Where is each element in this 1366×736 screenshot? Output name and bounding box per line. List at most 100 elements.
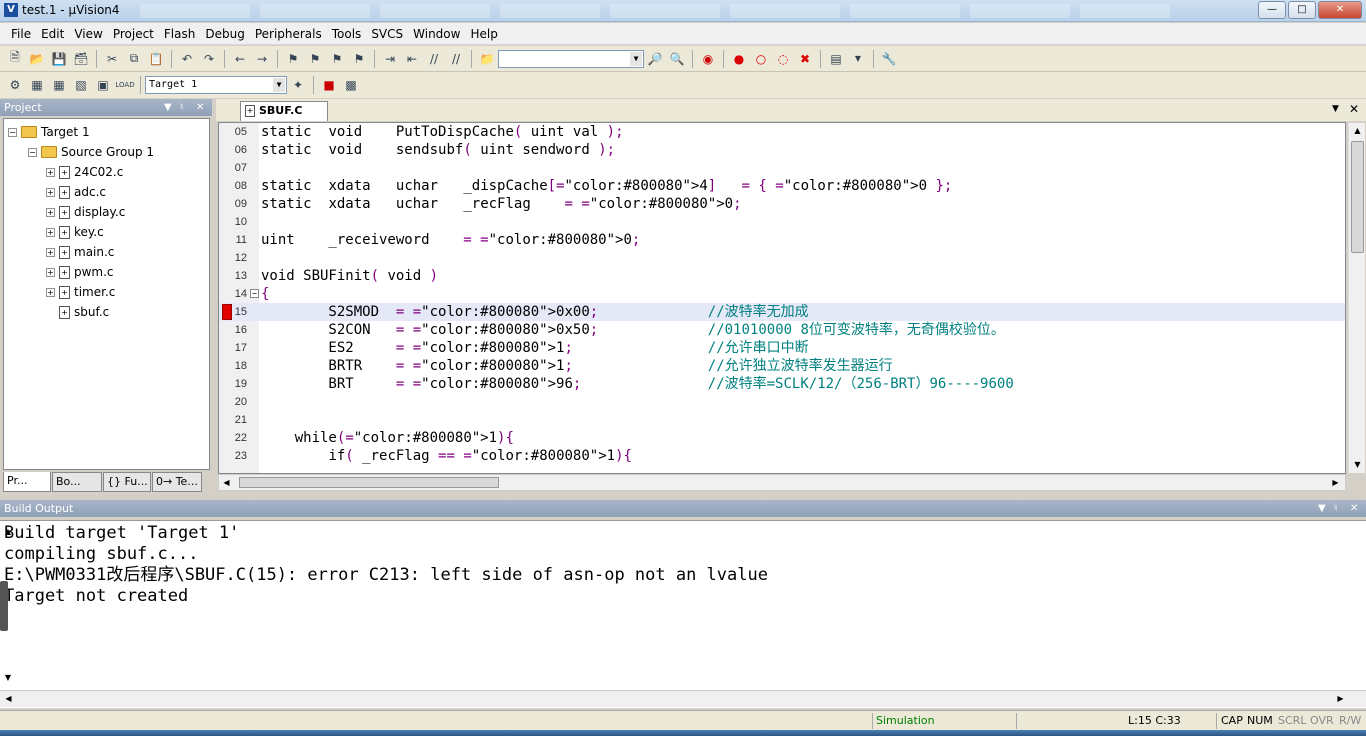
fold-toggle-icon[interactable]: −	[250, 289, 259, 298]
code-line[interactable]: 23 if( _recFlag == ="color:#800080">1){	[219, 447, 1345, 465]
code-line[interactable]: 20	[219, 393, 1345, 411]
chevron-down-icon[interactable]: ▼	[273, 78, 285, 92]
enable-breakpoint-icon[interactable]: ○	[751, 49, 771, 69]
code-line[interactable]: 14−{	[219, 285, 1345, 303]
indent-icon[interactable]: ⇥	[380, 49, 400, 69]
code-line[interactable]: 21	[219, 411, 1345, 429]
scroll-right-icon[interactable]: ▶	[1329, 476, 1342, 490]
manage-books-icon[interactable]: ▩	[341, 75, 361, 95]
menu-edit[interactable]: Edit	[36, 27, 69, 41]
undo-icon[interactable]: ↶	[177, 49, 197, 69]
find-combo[interactable]: ▼	[498, 49, 644, 68]
menu-help[interactable]: Help	[465, 27, 502, 41]
tab-books[interactable]: Bo...	[52, 472, 102, 492]
chevron-down-icon[interactable]: ▼	[1318, 500, 1326, 517]
scroll-left-icon[interactable]: ◀	[2, 692, 15, 706]
translate-icon[interactable]: ⚙	[5, 75, 25, 95]
nav-forward-icon[interactable]: →	[252, 49, 272, 69]
code-line[interactable]: 18 BRTR = ="color:#800080">1; //允许独立波特率发…	[219, 357, 1345, 375]
scroll-down-icon[interactable]: ▼	[2, 671, 14, 685]
maximize-button[interactable]: □	[1288, 1, 1316, 19]
tree-file-adc[interactable]: + + adc.c	[46, 182, 106, 202]
new-file-icon[interactable]: 🗎	[5, 49, 25, 69]
tree-file-pwm[interactable]: + + pwm.c	[46, 262, 114, 282]
code-line[interactable]: 17 ES2 = ="color:#800080">1; //允许串口中断	[219, 339, 1345, 357]
tab-project[interactable]: Pr...	[3, 472, 51, 492]
redo-icon[interactable]: ↷	[199, 49, 219, 69]
menu-debug[interactable]: Debug	[200, 27, 249, 41]
save-icon[interactable]: 💾	[49, 49, 69, 69]
build-horizontal-scrollbar[interactable]: ◀ ▶	[0, 690, 1366, 707]
minimize-button[interactable]: —	[1258, 1, 1286, 19]
chevron-down-icon[interactable]: ▼	[1332, 104, 1339, 114]
menu-window[interactable]: Window	[408, 27, 465, 41]
code-line[interactable]: 10	[219, 213, 1345, 231]
next-bookmark-icon[interactable]: ⚑	[327, 49, 347, 69]
menu-flash[interactable]: Flash	[159, 27, 200, 41]
close-icon[interactable]: ✕	[196, 99, 204, 116]
code-line[interactable]: 15 S2SMOD = ="color:#800080">0x00; //波特率…	[219, 303, 1345, 321]
paste-icon[interactable]: 📋	[146, 49, 166, 69]
scroll-left-icon[interactable]: ◀	[220, 476, 233, 490]
copy-icon[interactable]: ⧉	[124, 49, 144, 69]
tab-templates[interactable]: 0→ Te...	[152, 472, 202, 492]
editor-vertical-scrollbar[interactable]: ▲ ▼	[1348, 123, 1365, 473]
uncomment-icon[interactable]: //	[446, 49, 466, 69]
disable-all-breakpoints-icon[interactable]: ◌	[773, 49, 793, 69]
code-line[interactable]: 13 void SBUFinit( void )	[219, 267, 1345, 285]
select-target-combo[interactable]: Target 1 ▼	[145, 76, 287, 94]
pin-icon[interactable]: ♮	[1334, 500, 1338, 517]
insert-breakpoint-icon[interactable]: ●	[729, 49, 749, 69]
chevron-down-icon[interactable]: ▼	[164, 99, 172, 116]
bookmark-icon[interactable]: ⚑	[283, 49, 303, 69]
build-icon[interactable]: ▦	[27, 75, 47, 95]
code-line[interactable]: 19 BRT = ="color:#800080">96; //波特率=SCLK…	[219, 375, 1345, 393]
expand-icon[interactable]: +	[46, 187, 55, 197]
tab-functions[interactable]: {} Fu...	[103, 472, 151, 492]
expand-icon[interactable]: +	[46, 207, 55, 217]
kill-all-breakpoints-icon[interactable]: ✖	[795, 49, 815, 69]
menu-tools[interactable]: Tools	[327, 27, 367, 41]
clear-bookmarks-icon[interactable]: ⚑	[349, 49, 369, 69]
expand-icon[interactable]: +	[46, 267, 55, 277]
close-icon[interactable]: ✕	[1350, 500, 1358, 517]
manage-components-icon[interactable]: ■	[319, 75, 339, 95]
tree-file-main[interactable]: + + main.c	[46, 242, 114, 262]
menu-svcs[interactable]: SVCS	[366, 27, 408, 41]
scroll-right-icon[interactable]: ▶	[1334, 692, 1347, 706]
save-all-icon[interactable]: 🗃	[71, 49, 91, 69]
target-options-icon[interactable]: ✦	[288, 75, 308, 95]
scroll-down-icon[interactable]: ▼	[1351, 458, 1364, 472]
code-line[interactable]: 08 static xdata uchar _dispCache[="color:…	[219, 177, 1345, 195]
rebuild-icon[interactable]: ▦	[49, 75, 69, 95]
scroll-up-icon[interactable]: ▲	[1351, 124, 1364, 138]
tree-file-timer[interactable]: + + timer.c	[46, 282, 115, 302]
tab-sbuf-c[interactable]: + SBUF.C	[240, 101, 328, 121]
tree-file-sbuf[interactable]: + sbuf.c	[59, 302, 109, 322]
code-line[interactable]: 05 static void PutToDispCache( uint val )…	[219, 123, 1345, 141]
find-in-files-icon[interactable]: 📁	[477, 49, 497, 69]
expand-icon[interactable]: +	[46, 167, 55, 177]
incremental-find-icon[interactable]: 🔍	[667, 49, 687, 69]
configure-tools-icon[interactable]: 🔧	[879, 49, 899, 69]
expand-icon[interactable]: +	[46, 287, 55, 297]
expand-icon[interactable]: +	[46, 247, 55, 257]
pin-icon[interactable]: ♮	[180, 99, 184, 116]
chevron-down-icon[interactable]: ▼	[848, 49, 868, 69]
scroll-up-icon[interactable]: ▲	[2, 525, 14, 539]
code-line[interactable]: 11 uint _receiveword = ="color:#800080">0…	[219, 231, 1345, 249]
scroll-thumb[interactable]	[239, 477, 499, 488]
stop-build-icon[interactable]: ▣	[93, 75, 113, 95]
close-icon[interactable]: ✕	[1349, 102, 1359, 116]
tree-file-key[interactable]: + + key.c	[46, 222, 104, 242]
collapse-icon[interactable]: −	[8, 127, 17, 137]
tree-target[interactable]: − Target 1	[8, 122, 90, 142]
resize-grip[interactable]	[0, 581, 8, 631]
batch-build-icon[interactable]: ▧	[71, 75, 91, 95]
find-icon[interactable]: 🔎	[645, 49, 665, 69]
cut-icon[interactable]: ✂	[102, 49, 122, 69]
editor-horizontal-scrollbar[interactable]: ◀ ▶	[218, 474, 1346, 491]
code-line[interactable]: 16 S2CON = ="color:#800080">0x50; //0101…	[219, 321, 1345, 339]
tree-file-24c02[interactable]: + + 24C02.c	[46, 162, 123, 182]
unindent-icon[interactable]: ⇤	[402, 49, 422, 69]
